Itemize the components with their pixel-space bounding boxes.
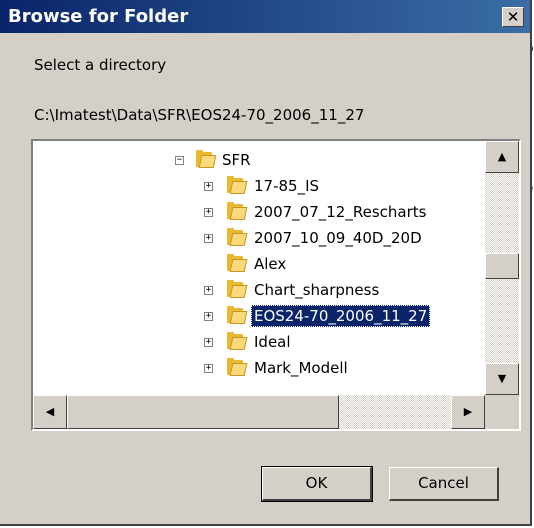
tree-item-sfr[interactable]: − SFR <box>33 149 485 173</box>
tree-viewport: − SFR + 17-85_IS + 2007_07_12_Rescharts … <box>33 141 485 395</box>
prompt-text: Select a directory <box>34 56 167 74</box>
tree-item-label: 2007_07_12_Rescharts <box>254 203 427 221</box>
tree-item-label: 17-85_IS <box>254 177 320 195</box>
folder-icon <box>227 332 248 350</box>
expand-icon[interactable]: + <box>204 364 213 373</box>
folder-icon <box>227 176 248 194</box>
tree-item-label-selected: EOS24-70_2006_11_27 <box>251 305 431 327</box>
ok-button[interactable]: OK <box>261 466 373 502</box>
scroll-left-button[interactable]: ◀ <box>33 395 67 429</box>
title-bar[interactable]: Browse for Folder ✕ <box>0 0 530 33</box>
folder-icon <box>227 280 248 298</box>
arrow-left-icon: ◀ <box>45 405 55 418</box>
tree-item-chart-sharpness[interactable]: + Chart_sharpness <box>33 279 485 303</box>
arrow-right-icon: ▶ <box>463 405 473 418</box>
tree-item-alex[interactable]: Alex <box>33 253 485 277</box>
vertical-scrollbar[interactable]: ▲ ▼ <box>485 141 519 395</box>
current-path: C:\Imatest\Data\SFR\EOS24-70_2006_11_27 <box>34 106 365 124</box>
tree-item-label: Ideal <box>254 333 291 351</box>
arrow-down-icon: ▼ <box>497 372 507 385</box>
collapse-icon[interactable]: − <box>175 156 184 165</box>
expand-icon[interactable]: + <box>204 182 213 191</box>
tree-item-17-85-is[interactable]: + 17-85_IS <box>33 175 485 199</box>
folder-icon <box>227 202 248 220</box>
tree-item-label: SFR <box>222 151 251 169</box>
folder-icon <box>196 150 217 168</box>
close-button[interactable]: ✕ <box>502 7 524 27</box>
expand-icon[interactable]: + <box>204 234 213 243</box>
folder-icon <box>227 254 248 272</box>
scroll-right-button[interactable]: ▶ <box>451 395 485 429</box>
dialog-title: Browse for Folder <box>8 6 189 27</box>
tree-item-label: 2007_10_09_40D_20D <box>254 229 422 247</box>
arrow-up-icon: ▲ <box>497 150 507 163</box>
tree-item-2007-10-09-40d-20d[interactable]: + 2007_10_09_40D_20D <box>33 227 485 251</box>
cancel-button[interactable]: Cancel <box>389 467 499 501</box>
tree-item-label: Mark_Modell <box>254 359 348 377</box>
browse-for-folder-dialog: Browse for Folder ✕ Select a directory C… <box>0 0 532 526</box>
expand-icon[interactable]: + <box>204 312 213 321</box>
folder-icon <box>227 228 248 246</box>
scroll-up-button[interactable]: ▲ <box>485 141 519 173</box>
close-icon: ✕ <box>506 8 520 26</box>
scroll-down-button[interactable]: ▼ <box>485 363 519 395</box>
scrollbar-corner <box>485 395 519 429</box>
horizontal-scroll-thumb[interactable] <box>67 395 339 429</box>
expand-icon[interactable]: + <box>204 286 213 295</box>
expand-icon[interactable]: + <box>204 208 213 217</box>
tree-item-eos24-70-2006-11-27[interactable]: + EOS24-70_2006_11_27 <box>33 305 485 329</box>
expand-icon[interactable]: + <box>204 338 213 347</box>
horizontal-scrollbar[interactable]: ◀ ▶ <box>33 395 485 429</box>
folder-tree[interactable]: − SFR + 17-85_IS + 2007_07_12_Rescharts … <box>31 139 521 431</box>
tree-item-2007-07-12-rescharts[interactable]: + 2007_07_12_Rescharts <box>33 201 485 225</box>
folder-icon <box>227 358 248 376</box>
tree-item-mark-modell[interactable]: + Mark_Modell <box>33 357 485 381</box>
folder-icon <box>227 306 248 324</box>
vertical-scroll-thumb[interactable] <box>485 253 519 279</box>
tree-item-label: Alex <box>254 255 287 273</box>
tree-item-label: Chart_sharpness <box>254 281 380 299</box>
tree-item-ideal[interactable]: + Ideal <box>33 331 485 355</box>
